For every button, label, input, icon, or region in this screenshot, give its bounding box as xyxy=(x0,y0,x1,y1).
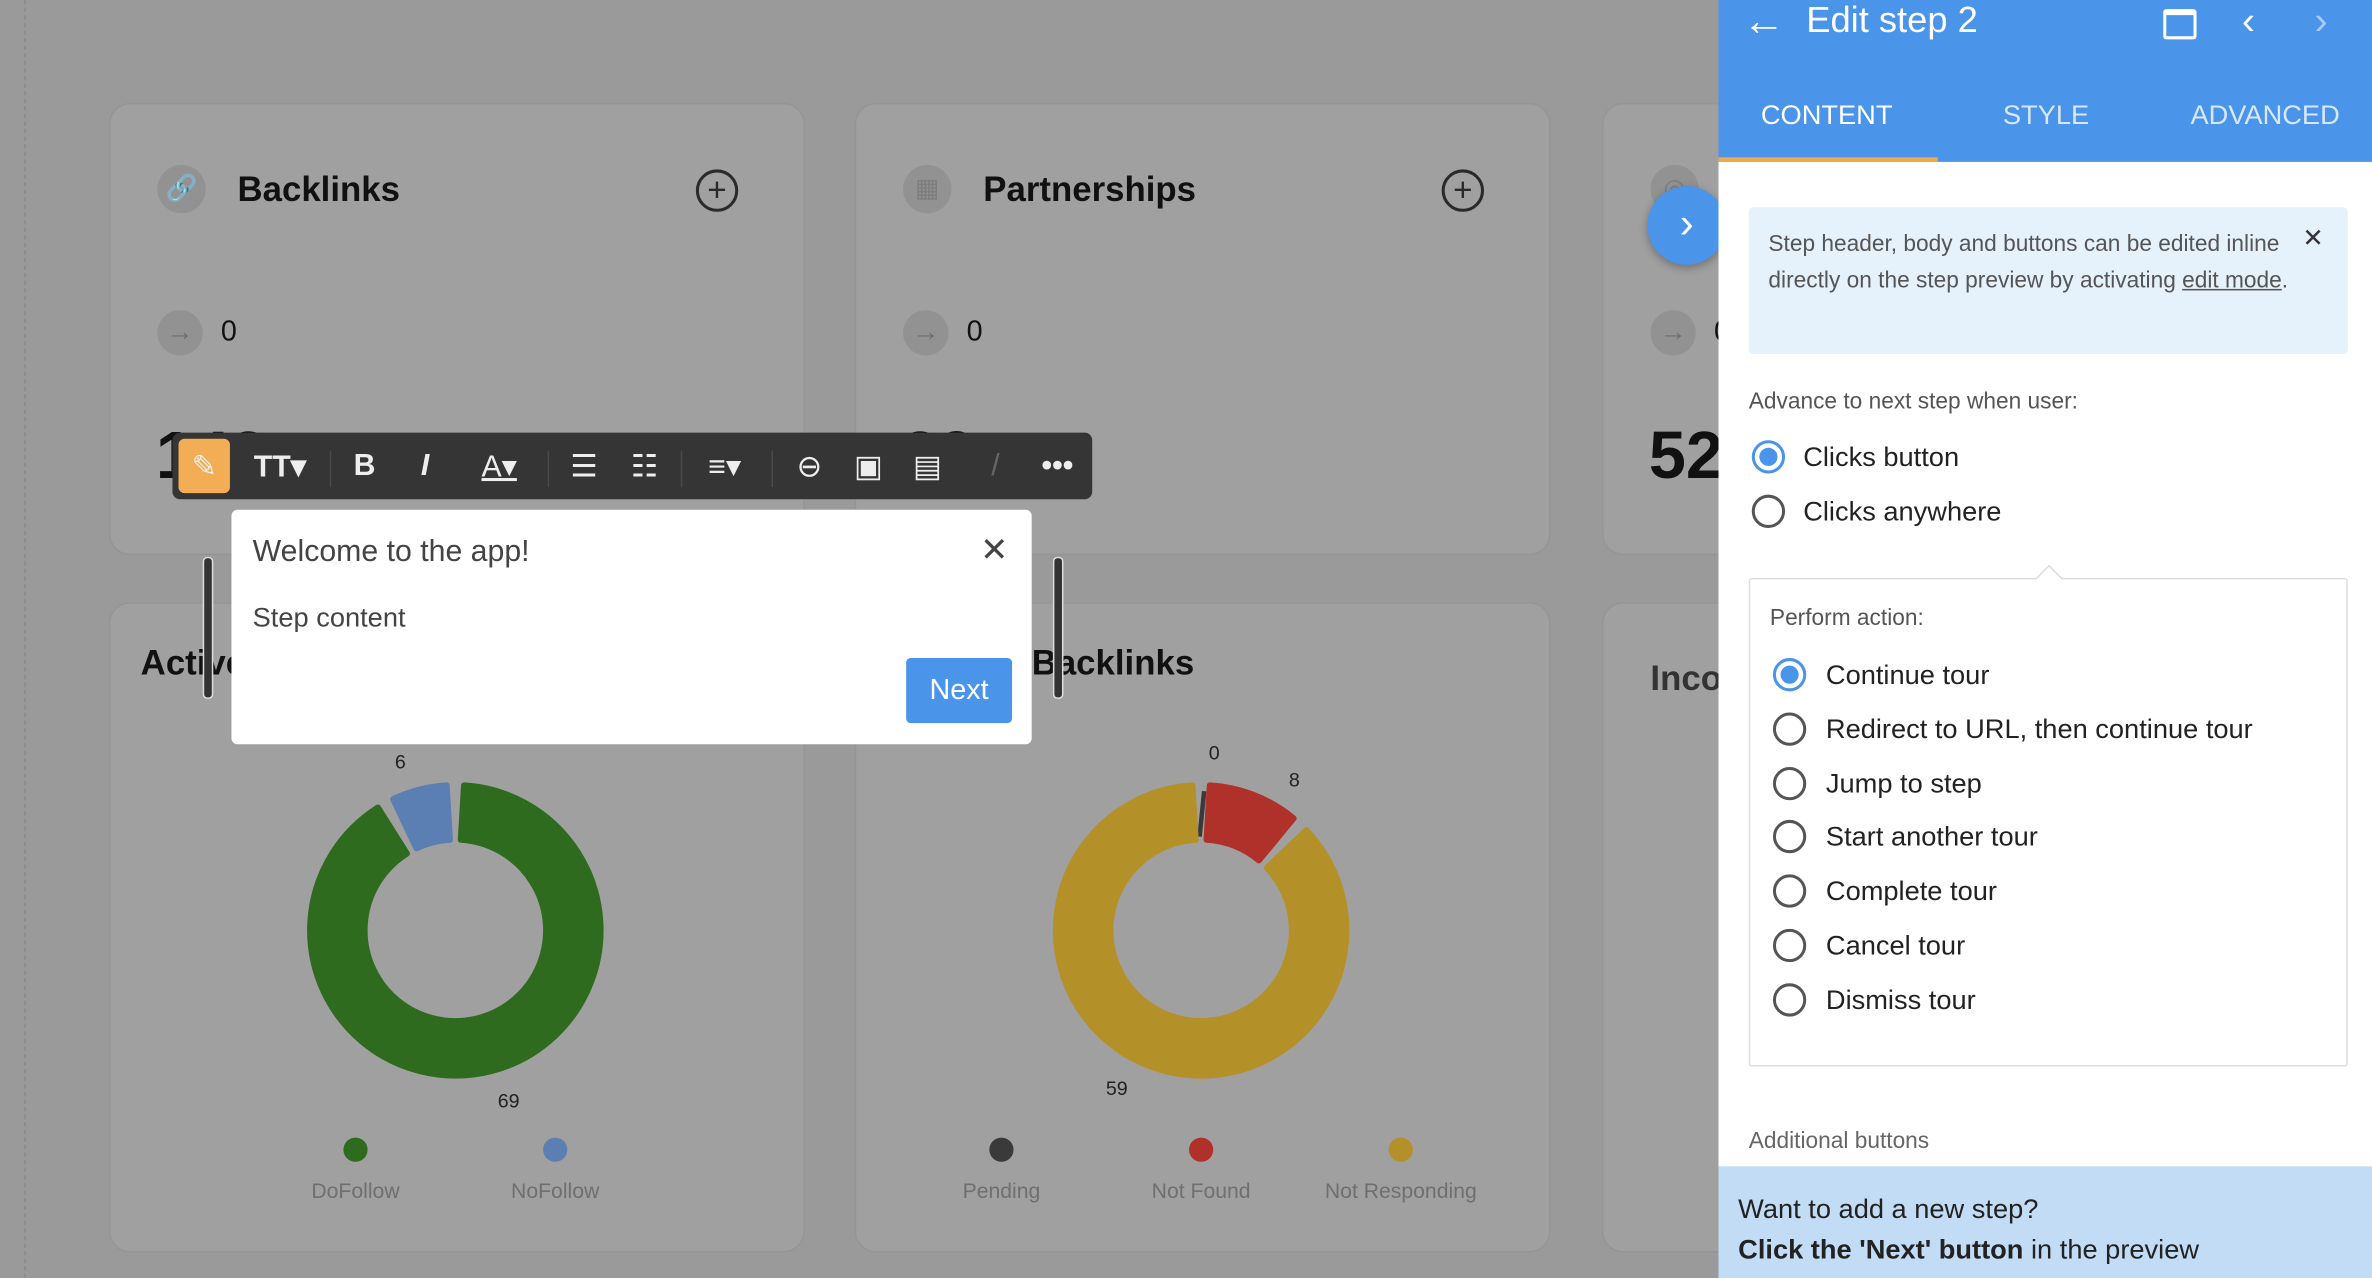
bullet-list-icon[interactable]: ☰ xyxy=(563,433,605,500)
info-box: Step header, body and buttons can be edi… xyxy=(1748,207,2348,354)
rich-text-toolbar: ✎ TT▾ B I A▾ ☰ ☷ ≡▾ ⊖ ▣ ▤ / ••• xyxy=(172,432,1093,500)
tour-step-popup: Welcome to the app! ✕ Step content Next xyxy=(231,509,1032,745)
popup-title[interactable]: Welcome to the app! xyxy=(253,536,530,571)
add-step-hint: Want to add a new step? Click the 'Next'… xyxy=(1718,1166,2372,1278)
donut-slice-pending xyxy=(1197,790,1207,837)
link-icon[interactable]: ⊖ xyxy=(784,433,835,500)
tab-content[interactable]: CONTENT xyxy=(1761,100,1893,132)
radio-label[interactable]: Dismiss tour xyxy=(1826,984,1976,1016)
popup-body[interactable]: Step content xyxy=(253,602,406,634)
box-pointer xyxy=(2035,564,2063,593)
chevron-right-icon[interactable]: › xyxy=(2315,0,2328,44)
tab-advanced[interactable]: ADVANCED xyxy=(2190,100,2339,132)
radio-action-6[interactable] xyxy=(1772,982,1807,1017)
radio-clicks-button[interactable] xyxy=(1751,440,1786,474)
radio-action-2[interactable] xyxy=(1772,766,1807,800)
tab-style[interactable]: STYLE xyxy=(2003,100,2089,132)
close-icon[interactable]: ✕ xyxy=(980,531,1008,570)
hint-line-2: Click the 'Next' button in the preview xyxy=(1738,1234,2199,1266)
legend-dot-pending xyxy=(989,1137,1014,1162)
radio-clicks-anywhere[interactable] xyxy=(1751,494,1786,528)
data-label: 6 xyxy=(394,750,406,774)
action-label: Perform action: xyxy=(1769,605,1924,631)
legend-dot-not-found xyxy=(1189,1137,1214,1162)
hint-rest: in the preview xyxy=(2023,1234,2200,1265)
image-icon[interactable]: ▣ xyxy=(847,433,889,500)
edit-step-panel: ← Edit step 2 ‹ › CONTENT STYLE ADVANCED… xyxy=(1718,0,2372,1278)
additional-buttons-label: Additional buttons xyxy=(1748,1128,1930,1155)
radio-label[interactable]: Redirect to URL, then continue tour xyxy=(1826,714,2253,746)
collapse-panel-button[interactable]: › xyxy=(1647,186,1727,265)
resize-handle-left[interactable] xyxy=(202,556,214,699)
hint-line-1: Want to add a new step? xyxy=(1738,1193,2039,1224)
donut-slice-not-found xyxy=(1203,782,1297,864)
data-label: 59 xyxy=(1105,1077,1128,1100)
font-color-icon[interactable]: A▾ xyxy=(466,433,533,500)
radio-label[interactable]: Clicks anywhere xyxy=(1803,496,2001,528)
back-arrow-icon[interactable]: ← xyxy=(1743,0,1785,45)
screen: 🔗 Backlinks + → 0 142 ▦ Partnerships + →… xyxy=(0,0,2372,1278)
divider xyxy=(329,450,332,488)
radio-label[interactable]: Jump to step xyxy=(1826,768,1982,800)
legend-dot-nofollow xyxy=(543,1137,568,1162)
info-suffix: . xyxy=(2281,267,2289,294)
radio-label[interactable]: Cancel tour xyxy=(1826,930,1965,962)
data-label: 69 xyxy=(497,1089,520,1112)
radio-action-3[interactable] xyxy=(1772,820,1807,854)
radio-label[interactable]: Clicks button xyxy=(1803,442,1959,474)
chevron-left-icon[interactable]: ‹ xyxy=(2242,0,2255,44)
bold-icon[interactable]: B xyxy=(345,433,384,500)
video-icon[interactable]: ▤ xyxy=(905,433,950,500)
divider xyxy=(547,450,550,488)
legend-label: NoFollow xyxy=(511,1178,600,1203)
next-button[interactable]: Next xyxy=(906,658,1013,724)
legend-label: Not Responding xyxy=(1324,1178,1477,1203)
legend-dot-not-responding xyxy=(1388,1137,1413,1162)
radio-action-1[interactable] xyxy=(1772,712,1807,746)
italic-icon[interactable]: I xyxy=(405,433,444,500)
active-tab-indicator xyxy=(1718,157,1938,162)
donut-slice-dofollow xyxy=(307,782,604,1079)
numbered-list-icon[interactable]: ☷ xyxy=(623,433,665,500)
legend-label: Not Found xyxy=(1151,1178,1251,1203)
panel-title: Edit step 2 xyxy=(1806,0,1978,41)
radio-action-4[interactable] xyxy=(1772,874,1807,908)
perform-action-box: Perform action: Continue tour Redirect to… xyxy=(1748,564,2348,1067)
window-icon[interactable] xyxy=(2163,9,2197,40)
legend-label: DoFollow xyxy=(311,1178,400,1203)
radio-label[interactable]: Complete tour xyxy=(1826,876,1997,908)
align-icon[interactable]: ≡▾ xyxy=(693,433,757,500)
info-text: Step header, body and buttons can be edi… xyxy=(1768,227,2290,300)
radio-label[interactable]: Continue tour xyxy=(1826,660,1989,692)
divider xyxy=(771,450,774,488)
hint-bold: Click the 'Next' button xyxy=(1738,1234,2024,1265)
legend-dot-dofollow xyxy=(343,1137,368,1162)
divider xyxy=(680,450,683,488)
edit-mode-link[interactable]: edit mode xyxy=(2182,268,2282,294)
more-icon[interactable]: ••• xyxy=(1035,433,1080,500)
pencil-icon[interactable]: ✎ xyxy=(178,438,230,494)
advance-label: Advance to next step when user: xyxy=(1748,388,2078,415)
data-label: 0 xyxy=(1208,741,1220,764)
radio-action-0[interactable] xyxy=(1772,658,1807,692)
close-icon[interactable]: ✕ xyxy=(2302,224,2324,254)
legend-label: Pending xyxy=(962,1178,1041,1203)
donut-slice-nofollow xyxy=(390,782,453,852)
panel-header: ← Edit step 2 ‹ › CONTENT STYLE ADVANCED xyxy=(1718,0,2372,162)
radio-label[interactable]: Start another tour xyxy=(1826,822,2038,854)
radio-action-5[interactable] xyxy=(1772,928,1807,963)
brush-icon[interactable]: / xyxy=(977,433,1013,500)
resize-handle-right[interactable] xyxy=(1052,556,1064,699)
data-label: 8 xyxy=(1288,768,1300,792)
text-size-icon[interactable]: TT▾ xyxy=(245,433,315,500)
